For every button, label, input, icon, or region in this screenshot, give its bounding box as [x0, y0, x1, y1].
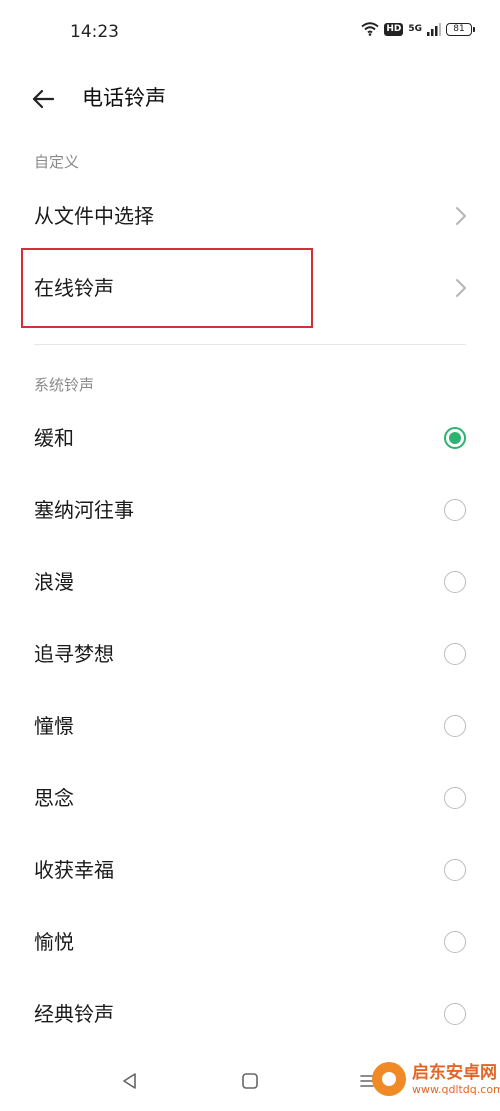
- status-icons: HD 5G 81: [361, 22, 475, 36]
- watermark-logo-icon: [372, 1062, 406, 1096]
- radio-button[interactable]: [444, 931, 466, 953]
- section-header-custom: 自定义: [34, 153, 80, 171]
- nav-back-button[interactable]: [115, 1066, 145, 1096]
- radio-button[interactable]: [444, 643, 466, 665]
- radio-button[interactable]: [444, 715, 466, 737]
- ringtone-label: 思念: [34, 786, 74, 810]
- battery-level: 81: [453, 23, 465, 34]
- back-arrow-icon: [32, 89, 55, 109]
- battery-icon: 81: [446, 22, 475, 36]
- ringtone-row-chongjing[interactable]: 憧憬: [0, 690, 500, 762]
- radio-button[interactable]: [444, 787, 466, 809]
- radio-button[interactable]: [444, 571, 466, 593]
- ringtone-row-yuyue[interactable]: 愉悦: [0, 906, 500, 978]
- watermark-url: www.qdltdq.com: [412, 1082, 500, 1096]
- chevron-right-icon: [456, 279, 466, 297]
- app-header: 电话铃声: [0, 70, 500, 126]
- network-type: 5G: [408, 23, 422, 34]
- radio-button[interactable]: [444, 499, 466, 521]
- ringtone-label: 缓和: [34, 426, 74, 450]
- ringtone-row-huanhe[interactable]: 缓和: [0, 402, 500, 474]
- watermark-text: 启东安卓网 www.qdltdq.com: [412, 1063, 500, 1096]
- chevron-right-icon: [456, 207, 466, 225]
- radio-button-selected[interactable]: [444, 427, 466, 449]
- ringtone-row-jingdian[interactable]: 经典铃声: [0, 978, 500, 1050]
- ringtone-row-zhuixun[interactable]: 追寻梦想: [0, 618, 500, 690]
- ringtone-row-sinian[interactable]: 思念: [0, 762, 500, 834]
- choose-from-file-label: 从文件中选择: [34, 204, 154, 228]
- status-time: 14:23: [70, 22, 119, 42]
- radio-button[interactable]: [444, 859, 466, 881]
- ringtone-label: 塞纳河往事: [34, 498, 134, 522]
- nav-home-button[interactable]: [235, 1066, 265, 1096]
- ringtone-row-sainahe[interactable]: 塞纳河往事: [0, 474, 500, 546]
- ringtone-label: 经典铃声: [34, 1002, 114, 1026]
- signal-icon: [427, 22, 441, 36]
- ringtone-label: 收获幸福: [34, 858, 114, 882]
- status-bar: 14:23 HD 5G 81: [0, 0, 500, 64]
- ringtone-label: 追寻梦想: [34, 642, 114, 666]
- wifi-icon: [361, 22, 379, 36]
- back-button[interactable]: [26, 82, 60, 116]
- nav-back-icon: [123, 1073, 136, 1089]
- watermark-name: 启东安卓网: [412, 1062, 497, 1083]
- site-watermark: 启东安卓网 www.qdltdq.com: [372, 1062, 500, 1096]
- nav-home-icon: [242, 1073, 258, 1089]
- page-title: 电话铃声: [82, 86, 166, 110]
- highlight-annotation-box: [21, 248, 313, 328]
- section-divider: [34, 344, 466, 345]
- section-header-system: 系统铃声: [34, 376, 95, 394]
- ringtone-label: 愉悦: [34, 930, 74, 954]
- ringtone-label: 浪漫: [34, 570, 74, 594]
- choose-from-file-row[interactable]: 从文件中选择: [0, 180, 500, 252]
- hd-badge: HD: [384, 22, 404, 36]
- ringtone-row-langman[interactable]: 浪漫: [0, 546, 500, 618]
- ringtone-label: 憧憬: [34, 714, 74, 738]
- radio-button[interactable]: [444, 1003, 466, 1025]
- ringtone-row-shouhuo[interactable]: 收获幸福: [0, 834, 500, 906]
